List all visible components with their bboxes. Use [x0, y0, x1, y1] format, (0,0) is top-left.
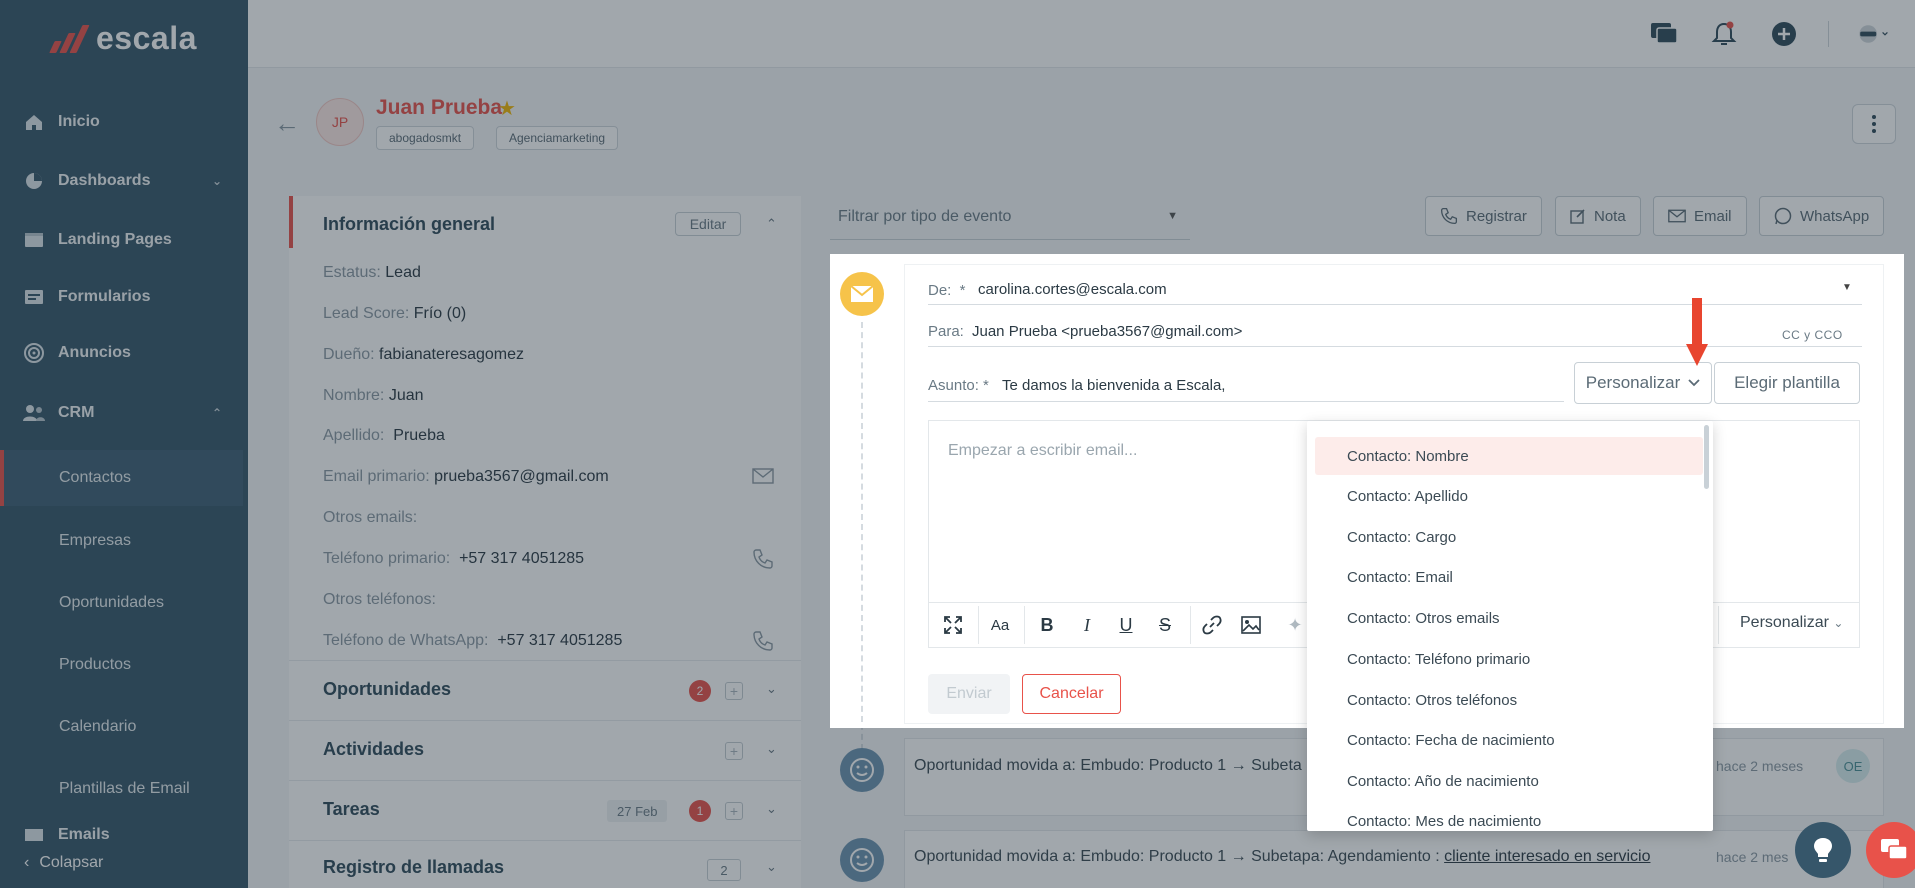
lightbulb-help-button[interactable] [1795, 822, 1851, 878]
to-label: Para: [928, 323, 964, 340]
bold-icon[interactable]: B [1034, 612, 1060, 638]
cancel-button[interactable]: Cancelar [1022, 674, 1121, 714]
sparkle-icon[interactable]: ✦ [1282, 612, 1308, 638]
toolbar-separator [978, 606, 979, 644]
chat-support-button[interactable] [1866, 822, 1915, 878]
toolbar-separator [1190, 606, 1191, 644]
strikethrough-icon[interactable]: S [1152, 612, 1178, 638]
chat-bubble-icon [1881, 839, 1908, 860]
subject-label: Asunto: * [928, 377, 989, 394]
from-select[interactable]: carolina.cortes@escala.com [978, 281, 1167, 298]
from-underline [928, 304, 1862, 305]
dropdown-item[interactable]: Contacto: Año de nacimiento [1315, 762, 1703, 800]
from-label: De: * [928, 282, 966, 299]
caret-down-icon[interactable]: ▼ [1842, 282, 1852, 293]
dropdown-scrollbar[interactable] [1704, 425, 1709, 489]
dropdown-item[interactable]: Contacto: Apellido [1315, 477, 1703, 515]
font-size-icon[interactable]: Aa [987, 612, 1013, 638]
envelope-icon [840, 272, 884, 316]
to-underline [928, 346, 1862, 347]
toolbar-personalize-button[interactable]: Personalizar ⌄ [1740, 614, 1843, 632]
choose-template-button[interactable]: Elegir plantilla [1714, 362, 1860, 404]
dropdown-item[interactable]: Contacto: Otros emails [1315, 599, 1703, 637]
subject-input[interactable]: Te damos la bienvenida a Escala, [1002, 377, 1225, 394]
dropdown-item[interactable]: Contacto: Fecha de nacimiento [1315, 721, 1703, 759]
red-arrow-annotation [1686, 298, 1708, 373]
personalize-dropdown-menu: Contacto: Nombre Contacto: Apellido Cont… [1307, 421, 1713, 831]
dropdown-item[interactable]: Contacto: Cargo [1315, 518, 1703, 556]
fullscreen-icon[interactable] [940, 612, 966, 638]
link-icon[interactable] [1199, 612, 1225, 638]
chevron-down-icon [1688, 379, 1700, 387]
cc-bcc-link[interactable]: CC y CCO [1782, 328, 1843, 342]
editor-placeholder: Empezar a escribir email... [948, 442, 1138, 459]
underline-icon[interactable]: U [1113, 612, 1139, 638]
toolbar-separator [1718, 606, 1719, 644]
dropdown-item[interactable]: Contacto: Teléfono primario [1315, 640, 1703, 678]
send-button[interactable]: Enviar [928, 674, 1010, 714]
dropdown-item[interactable]: Contacto: Email [1315, 558, 1703, 596]
dropdown-item[interactable]: Contacto: Otros teléfonos [1315, 681, 1703, 719]
italic-icon[interactable]: I [1074, 612, 1100, 638]
toolbar-separator [1024, 606, 1025, 644]
dropdown-item[interactable]: Contacto: Mes de nacimiento [1315, 802, 1703, 831]
timeline-line [861, 322, 863, 722]
subject-underline [928, 401, 1564, 402]
dropdown-item[interactable]: Contacto: Nombre [1315, 437, 1703, 475]
lightbulb-icon [1814, 838, 1832, 862]
to-field[interactable]: Juan Prueba <prueba3567@gmail.com> [972, 323, 1242, 340]
image-icon[interactable] [1238, 612, 1264, 638]
